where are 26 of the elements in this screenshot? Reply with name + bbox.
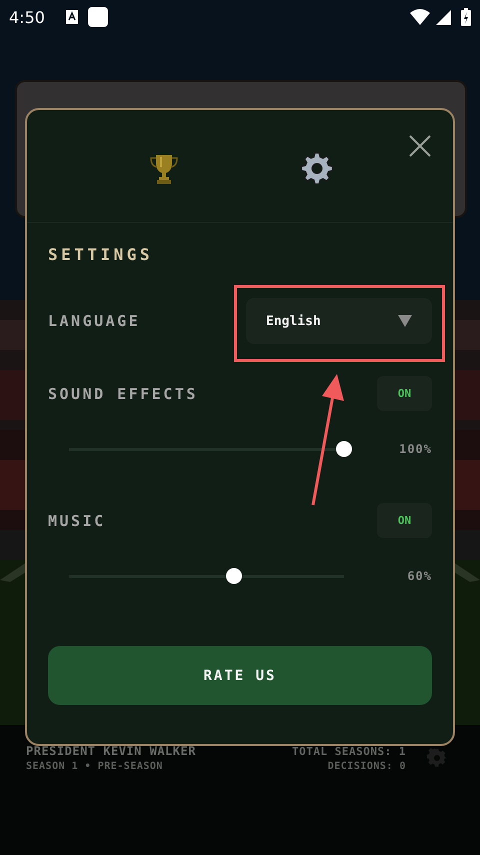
- total-seasons: TOTAL SEASONS: 1: [292, 745, 406, 758]
- signal-icon: [436, 10, 451, 24]
- setting-label: SOUND EFFECTS: [48, 384, 198, 402]
- keyboard-icon: [66, 10, 78, 24]
- status-time: 4:50: [9, 8, 45, 26]
- settings-title: SETTINGS: [48, 246, 154, 264]
- gear-icon[interactable]: [301, 152, 333, 184]
- close-icon[interactable]: [409, 135, 431, 157]
- slider-thumb[interactable]: [226, 568, 242, 584]
- decisions-count: DECISIONS: 0: [328, 761, 406, 772]
- wifi-icon: [410, 9, 430, 25]
- rate-us-button[interactable]: RATE US: [48, 646, 432, 705]
- volume-reading: 100%: [399, 442, 432, 456]
- trophy-icon[interactable]: [148, 153, 180, 185]
- app-icon: [88, 7, 108, 27]
- slider-thumb[interactable]: [336, 441, 352, 457]
- battery-icon: [461, 8, 471, 26]
- caret-icon: [398, 315, 412, 327]
- toggle-button[interactable]: ON: [377, 503, 432, 538]
- season-label: SEASON 1 • PRE-SEASON: [26, 761, 163, 772]
- president-name: PRESIDENT KEVIN WALKER: [26, 744, 196, 758]
- setting-label: MUSIC: [48, 512, 106, 530]
- language-label: LANGUAGE: [48, 312, 140, 330]
- toggle-button[interactable]: ON: [377, 376, 432, 411]
- language-dropdown[interactable]: English: [246, 298, 432, 344]
- volume-reading: 60%: [407, 569, 432, 583]
